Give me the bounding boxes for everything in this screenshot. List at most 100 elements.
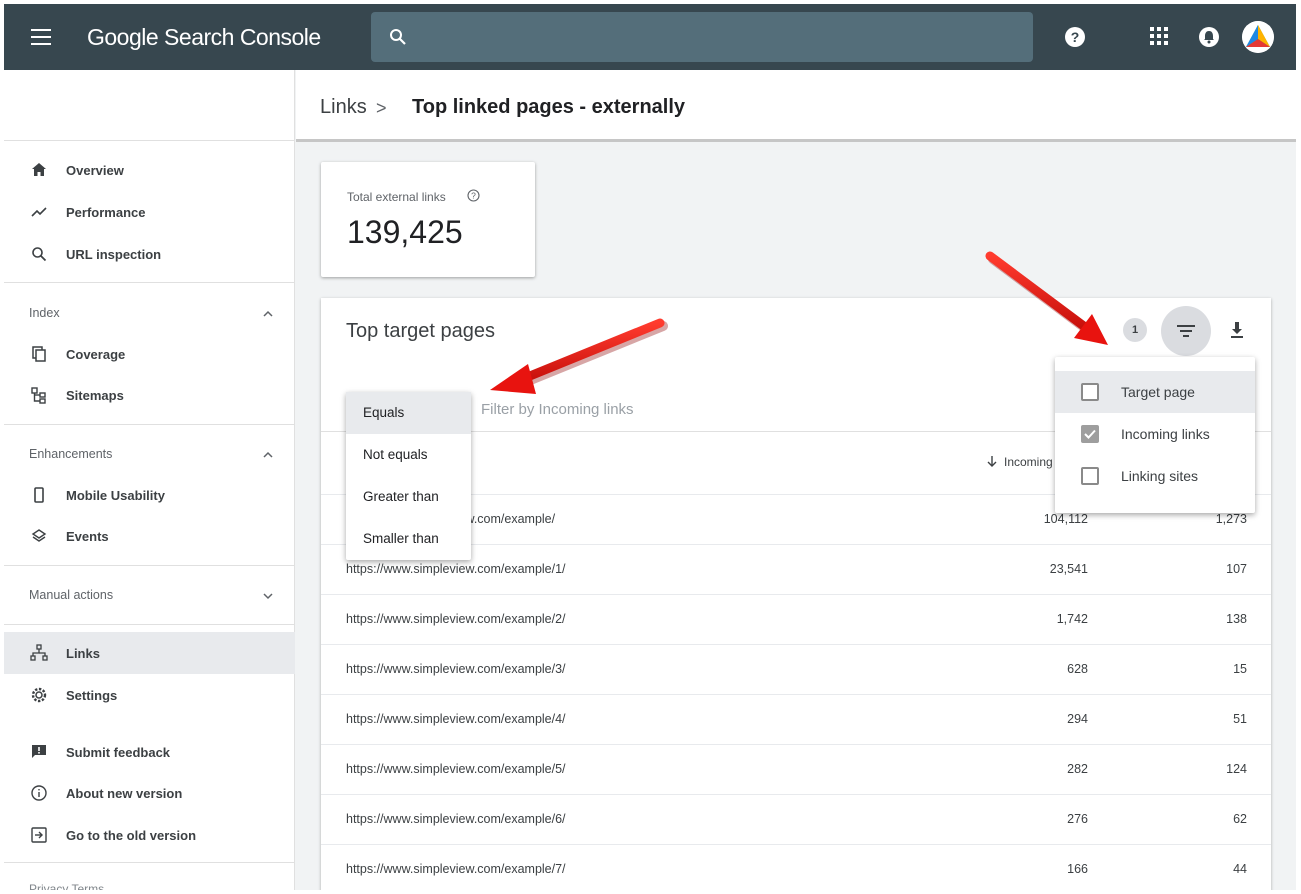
top-app-bar: Google Search Console ? <box>4 4 1296 70</box>
sidebar-divider <box>4 624 295 625</box>
row-linking-sites: 62 <box>1233 812 1247 826</box>
column-option-label: Incoming links <box>1121 426 1210 442</box>
row-linking-sites: 44 <box>1233 862 1247 876</box>
row-incoming-links: 23,541 <box>1049 562 1088 576</box>
checkbox[interactable] <box>1081 383 1099 401</box>
table-row[interactable]: https://www.simpleview.com/example/6/ 27… <box>321 794 1271 844</box>
sidebar-item-submit-feedback[interactable]: Submit feedback <box>4 732 295 772</box>
search-icon <box>32 247 47 262</box>
sidebar-item-url-inspection[interactable]: URL inspection <box>4 234 295 274</box>
chevron-up-icon[interactable] <box>263 450 273 460</box>
sidebar-item-label: URL inspection <box>66 246 162 262</box>
sidebar-item-label: Overview <box>66 162 124 178</box>
section-header-index: Index <box>29 306 60 320</box>
app-title[interactable]: Google Search Console <box>87 24 321 51</box>
operator-option-greater-than[interactable]: Greater than <box>346 476 471 518</box>
search-bar[interactable] <box>371 12 1033 62</box>
column-option-target-page[interactable]: Target page <box>1055 371 1255 413</box>
search-icon <box>390 29 406 45</box>
filter-operator-menu: Equals Not equals Greater than Smaller t… <box>346 392 471 560</box>
section-header-manual-actions: Manual actions <box>29 588 114 602</box>
sidebar-item-label: Events <box>66 528 109 544</box>
table-row[interactable]: https://www.simpleview.com/example/4/ 29… <box>321 694 1271 744</box>
download-icon[interactable] <box>1225 318 1249 342</box>
info-icon <box>31 785 47 801</box>
privacy-terms-links[interactable]: Privacy Terms <box>29 882 104 890</box>
notifications-icon[interactable] <box>1198 26 1220 48</box>
avatar-logo-icon <box>1242 21 1274 53</box>
sidebar-item-links[interactable]: Links <box>4 632 295 674</box>
row-incoming-links: 104,112 <box>1043 512 1088 526</box>
check-icon <box>1084 429 1096 439</box>
row-linking-sites: 138 <box>1226 612 1247 626</box>
sidebar-item-events[interactable]: Events <box>4 516 295 556</box>
row-url[interactable]: https://www.simpleview.com/example/7/ <box>346 862 566 876</box>
table-row[interactable]: https://www.simpleview.com/example/7/ 16… <box>321 844 1271 890</box>
checkbox-checked[interactable] <box>1081 425 1099 443</box>
operator-option-equals[interactable]: Equals <box>346 392 471 434</box>
sidebar-divider <box>4 424 295 425</box>
sidebar-item-coverage[interactable]: Coverage <box>4 334 295 374</box>
gear-icon <box>31 687 47 703</box>
sidebar-item-sitemaps[interactable]: Sitemaps <box>4 375 295 415</box>
operator-option-label: Equals <box>363 405 405 420</box>
arrow-down-icon <box>987 456 997 467</box>
row-linking-sites: 15 <box>1233 662 1247 676</box>
sidebar-item-mobile-usability[interactable]: Mobile Usability <box>4 475 295 515</box>
column-option-incoming-links[interactable]: Incoming links <box>1055 413 1255 455</box>
sidebar-item-old-version[interactable]: Go to the old version <box>4 815 295 855</box>
row-url[interactable]: https://www.simpleview.com/example/4/ <box>346 712 566 726</box>
breadcrumb-parent[interactable]: Links <box>320 96 367 119</box>
operator-option-smaller-than[interactable]: Smaller than <box>346 518 471 560</box>
row-url[interactable]: https://www.simpleview.com/example/2/ <box>346 612 566 626</box>
sidebar-item-performance[interactable]: Performance <box>4 192 295 232</box>
sidebar-divider <box>4 862 295 863</box>
filter-value-input[interactable]: Filter by Incoming links <box>481 401 634 418</box>
row-incoming-links: 282 <box>1067 762 1088 776</box>
row-url[interactable]: https://www.simpleview.com/example/3/ <box>346 662 566 676</box>
section-header-enhancements: Enhancements <box>29 447 113 461</box>
sidebar-item-label: Performance <box>66 204 146 220</box>
page-title: Top linked pages - externally <box>412 96 686 118</box>
filter-button[interactable] <box>1161 306 1211 356</box>
row-url[interactable]: https://www.simpleview.com/example/1/ <box>346 562 566 576</box>
sidebar-item-label: Links <box>66 645 100 661</box>
row-linking-sites: 124 <box>1226 762 1247 776</box>
apps-grid-icon[interactable] <box>1149 26 1169 46</box>
sidebar-item-label: Go to the old version <box>66 827 197 843</box>
account-avatar[interactable] <box>1242 21 1274 53</box>
events-icon <box>31 529 47 542</box>
operator-option-not-equals[interactable]: Not equals <box>346 434 471 476</box>
row-incoming-links: 276 <box>1067 812 1088 826</box>
filter-icon <box>1177 325 1195 337</box>
chevron-down-icon[interactable] <box>263 591 273 601</box>
table-title: Top target pages <box>346 320 495 342</box>
help-icon[interactable]: ? <box>1064 26 1086 48</box>
table-row[interactable]: https://www.simpleview.com/example/3/ 62… <box>321 644 1271 694</box>
table-row[interactable]: https://www.simpleview.com/example/2/ 1,… <box>321 594 1271 644</box>
incoming-links-column-header[interactable]: Incoming <box>986 455 1053 469</box>
sidebar-item-label: About new version <box>66 785 183 801</box>
sidebar-item-settings[interactable]: Settings <box>4 675 295 715</box>
coverage-icon <box>32 346 46 362</box>
checkbox[interactable] <box>1081 467 1099 485</box>
row-url[interactable]: https://www.simpleview.com/example/6/ <box>346 812 566 826</box>
help-outline-icon[interactable]: ? <box>467 189 480 202</box>
menu-icon[interactable] <box>31 29 51 45</box>
row-url[interactable]: https://www.simpleview.com/example/5/ <box>346 762 566 776</box>
operator-option-label: Greater than <box>363 489 439 504</box>
trending-icon <box>31 207 47 217</box>
page-header: Links > Top linked pages - externally <box>296 70 1296 142</box>
total-external-links-card: Total external links ? 139,425 <box>321 162 535 277</box>
exit-icon <box>31 827 47 843</box>
sidebar-item-about-new-version[interactable]: About new version <box>4 773 295 813</box>
row-linking-sites: 107 <box>1226 562 1247 576</box>
search-input[interactable] <box>421 22 1021 52</box>
column-option-linking-sites[interactable]: Linking sites <box>1055 455 1255 497</box>
incoming-header-label: Incoming <box>1004 455 1053 469</box>
sidebar-item-overview[interactable]: Overview <box>4 150 295 190</box>
table-row[interactable]: https://www.simpleview.com/example/5/ 28… <box>321 744 1271 794</box>
sitemap-icon <box>31 387 46 404</box>
column-option-label: Linking sites <box>1121 468 1199 484</box>
chevron-up-icon[interactable] <box>263 309 273 319</box>
